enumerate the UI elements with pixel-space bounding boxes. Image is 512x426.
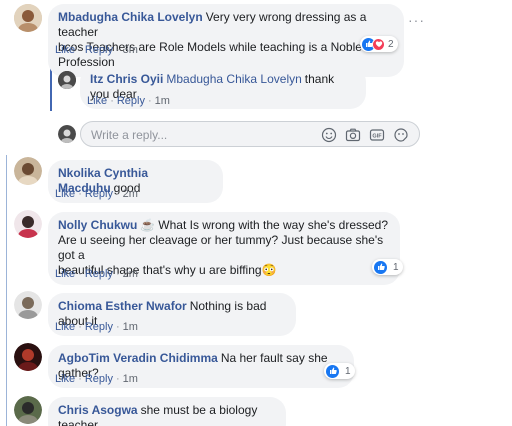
like-reaction-icon: [326, 364, 339, 378]
avatar[interactable]: [14, 396, 42, 424]
name-emoji: ☕: [140, 218, 156, 232]
reply-input[interactable]: Write a reply... GIF: [80, 121, 420, 147]
comment-actions: Like · Reply · 1m: [87, 95, 170, 107]
timestamp[interactable]: 2m: [123, 268, 138, 280]
commenter-name[interactable]: Chioma Esther Nwafor: [58, 299, 187, 313]
comment-actions: Like · Reply · 2m: [55, 268, 138, 280]
like-link[interactable]: Like: [55, 268, 75, 280]
love-reaction-icon: [372, 37, 385, 51]
sticker-icon[interactable]: [393, 127, 409, 143]
avatar[interactable]: [58, 71, 76, 89]
comment-thread-line: [6, 155, 7, 426]
comment-bubble: Chris Asogwa she must be a biology teache…: [48, 397, 286, 426]
comment-actions: Like · Reply · 1m: [55, 321, 138, 333]
more-options-icon[interactable]: ···: [408, 12, 425, 28]
reply-link[interactable]: Reply: [85, 373, 113, 385]
timestamp[interactable]: 1m: [123, 321, 138, 333]
reply-placeholder: Write a reply...: [91, 128, 168, 142]
comment-actions: Like · Reply · 1m: [55, 373, 138, 385]
avatar[interactable]: [14, 210, 42, 238]
tagged-user[interactable]: Mbadugha Chika Lovelyn: [166, 72, 301, 86]
avatar[interactable]: [14, 343, 42, 371]
like-link[interactable]: Like: [55, 321, 75, 333]
avatar[interactable]: [14, 291, 42, 319]
reaction-count: 1: [393, 261, 399, 273]
like-link[interactable]: Like: [55, 44, 75, 56]
commenter-name[interactable]: Mbadugha Chika Lovelyn: [58, 10, 203, 24]
comment-text: What Is wrong with the way she's dressed…: [158, 218, 389, 232]
comment-text: Are u seeing her cleavage or her tummy? …: [58, 233, 384, 262]
reply-link[interactable]: Reply: [85, 268, 113, 280]
like-link[interactable]: Like: [87, 95, 107, 107]
smiley-icon[interactable]: [321, 127, 337, 143]
reaction-badge[interactable]: 1: [324, 363, 355, 379]
commenter-name[interactable]: AgboTim Veradin Chidimma: [58, 351, 218, 365]
reply-link[interactable]: Reply: [85, 44, 113, 56]
like-link[interactable]: Like: [55, 188, 75, 200]
avatar[interactable]: [14, 4, 42, 32]
reaction-count: 2: [388, 38, 394, 50]
timestamp[interactable]: 3m: [123, 44, 138, 56]
timestamp[interactable]: 2m: [123, 188, 138, 200]
commenter-name[interactable]: Itz Chris Oyii: [90, 72, 163, 86]
reply-link[interactable]: Reply: [85, 321, 113, 333]
commenter-name[interactable]: Nolly Chukwu: [58, 218, 137, 232]
reply-link[interactable]: Reply: [85, 188, 113, 200]
gif-icon[interactable]: GIF: [369, 127, 385, 143]
avatar[interactable]: [14, 157, 42, 185]
timestamp[interactable]: 1m: [155, 95, 170, 107]
flushed-emoji: 😳: [261, 263, 277, 277]
svg-text:GIF: GIF: [372, 134, 382, 140]
timestamp[interactable]: 1m: [123, 373, 138, 385]
camera-icon[interactable]: [345, 127, 361, 143]
comment-actions: Like · Reply · 3m: [55, 44, 138, 56]
reaction-badge[interactable]: 2: [360, 36, 398, 52]
reaction-badge[interactable]: 1: [372, 259, 403, 275]
reply-link[interactable]: Reply: [117, 95, 145, 107]
like-link[interactable]: Like: [55, 373, 75, 385]
reaction-count: 1: [345, 365, 351, 377]
commenter-name[interactable]: Chris Asogwa: [58, 403, 138, 417]
current-user-avatar: [58, 125, 76, 143]
like-reaction-icon: [374, 260, 387, 274]
comment-actions: Like · Reply · 2m: [55, 188, 138, 200]
